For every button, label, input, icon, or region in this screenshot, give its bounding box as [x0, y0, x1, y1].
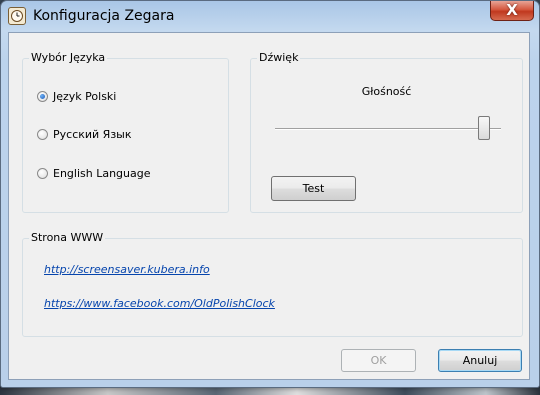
- website-link[interactable]: http://screensaver.kubera.info: [44, 263, 210, 276]
- www-group-label: Strona WWW: [29, 231, 106, 244]
- language-group-label: Wybór Języka: [29, 51, 108, 64]
- close-button[interactable]: X: [490, 1, 534, 21]
- www-group: Strona WWW: [22, 231, 523, 337]
- clock-app-icon: [8, 7, 26, 25]
- facebook-link[interactable]: https://www.facebook.com/OldPolishClock: [44, 297, 275, 310]
- radio-polish-indicator[interactable]: [37, 91, 48, 102]
- test-sound-button[interactable]: Test: [271, 176, 356, 201]
- title-bar[interactable]: Konfiguracja Zegara X: [1, 1, 539, 33]
- close-icon: X: [506, 1, 518, 19]
- ok-button[interactable]: OK: [341, 349, 416, 372]
- cancel-button[interactable]: Anuluj: [438, 349, 522, 372]
- sound-group: Dźwięk Głośność Test: [250, 51, 523, 213]
- dialog-window: Konfiguracja Zegara X Wybór Języka Język…: [0, 0, 540, 388]
- radio-english-indicator[interactable]: [37, 168, 48, 179]
- radio-english-label[interactable]: English Language: [53, 167, 151, 180]
- volume-label: Głośność: [361, 85, 412, 98]
- radio-russian-indicator[interactable]: [37, 129, 48, 140]
- dialog-client-area: Wybór Języka Język Polski Русский Язык E…: [8, 32, 530, 380]
- sound-group-label: Dźwięk: [257, 51, 301, 64]
- radio-russian-label[interactable]: Русский Язык: [53, 128, 132, 141]
- radio-polish-label[interactable]: Język Polski: [53, 90, 116, 103]
- volume-slider-thumb[interactable]: [478, 116, 491, 140]
- language-group: Wybór Języka Język Polski Русский Язык E…: [22, 51, 229, 213]
- volume-slider-track[interactable]: [275, 128, 501, 130]
- window-title: Konfiguracja Zegara: [33, 8, 175, 24]
